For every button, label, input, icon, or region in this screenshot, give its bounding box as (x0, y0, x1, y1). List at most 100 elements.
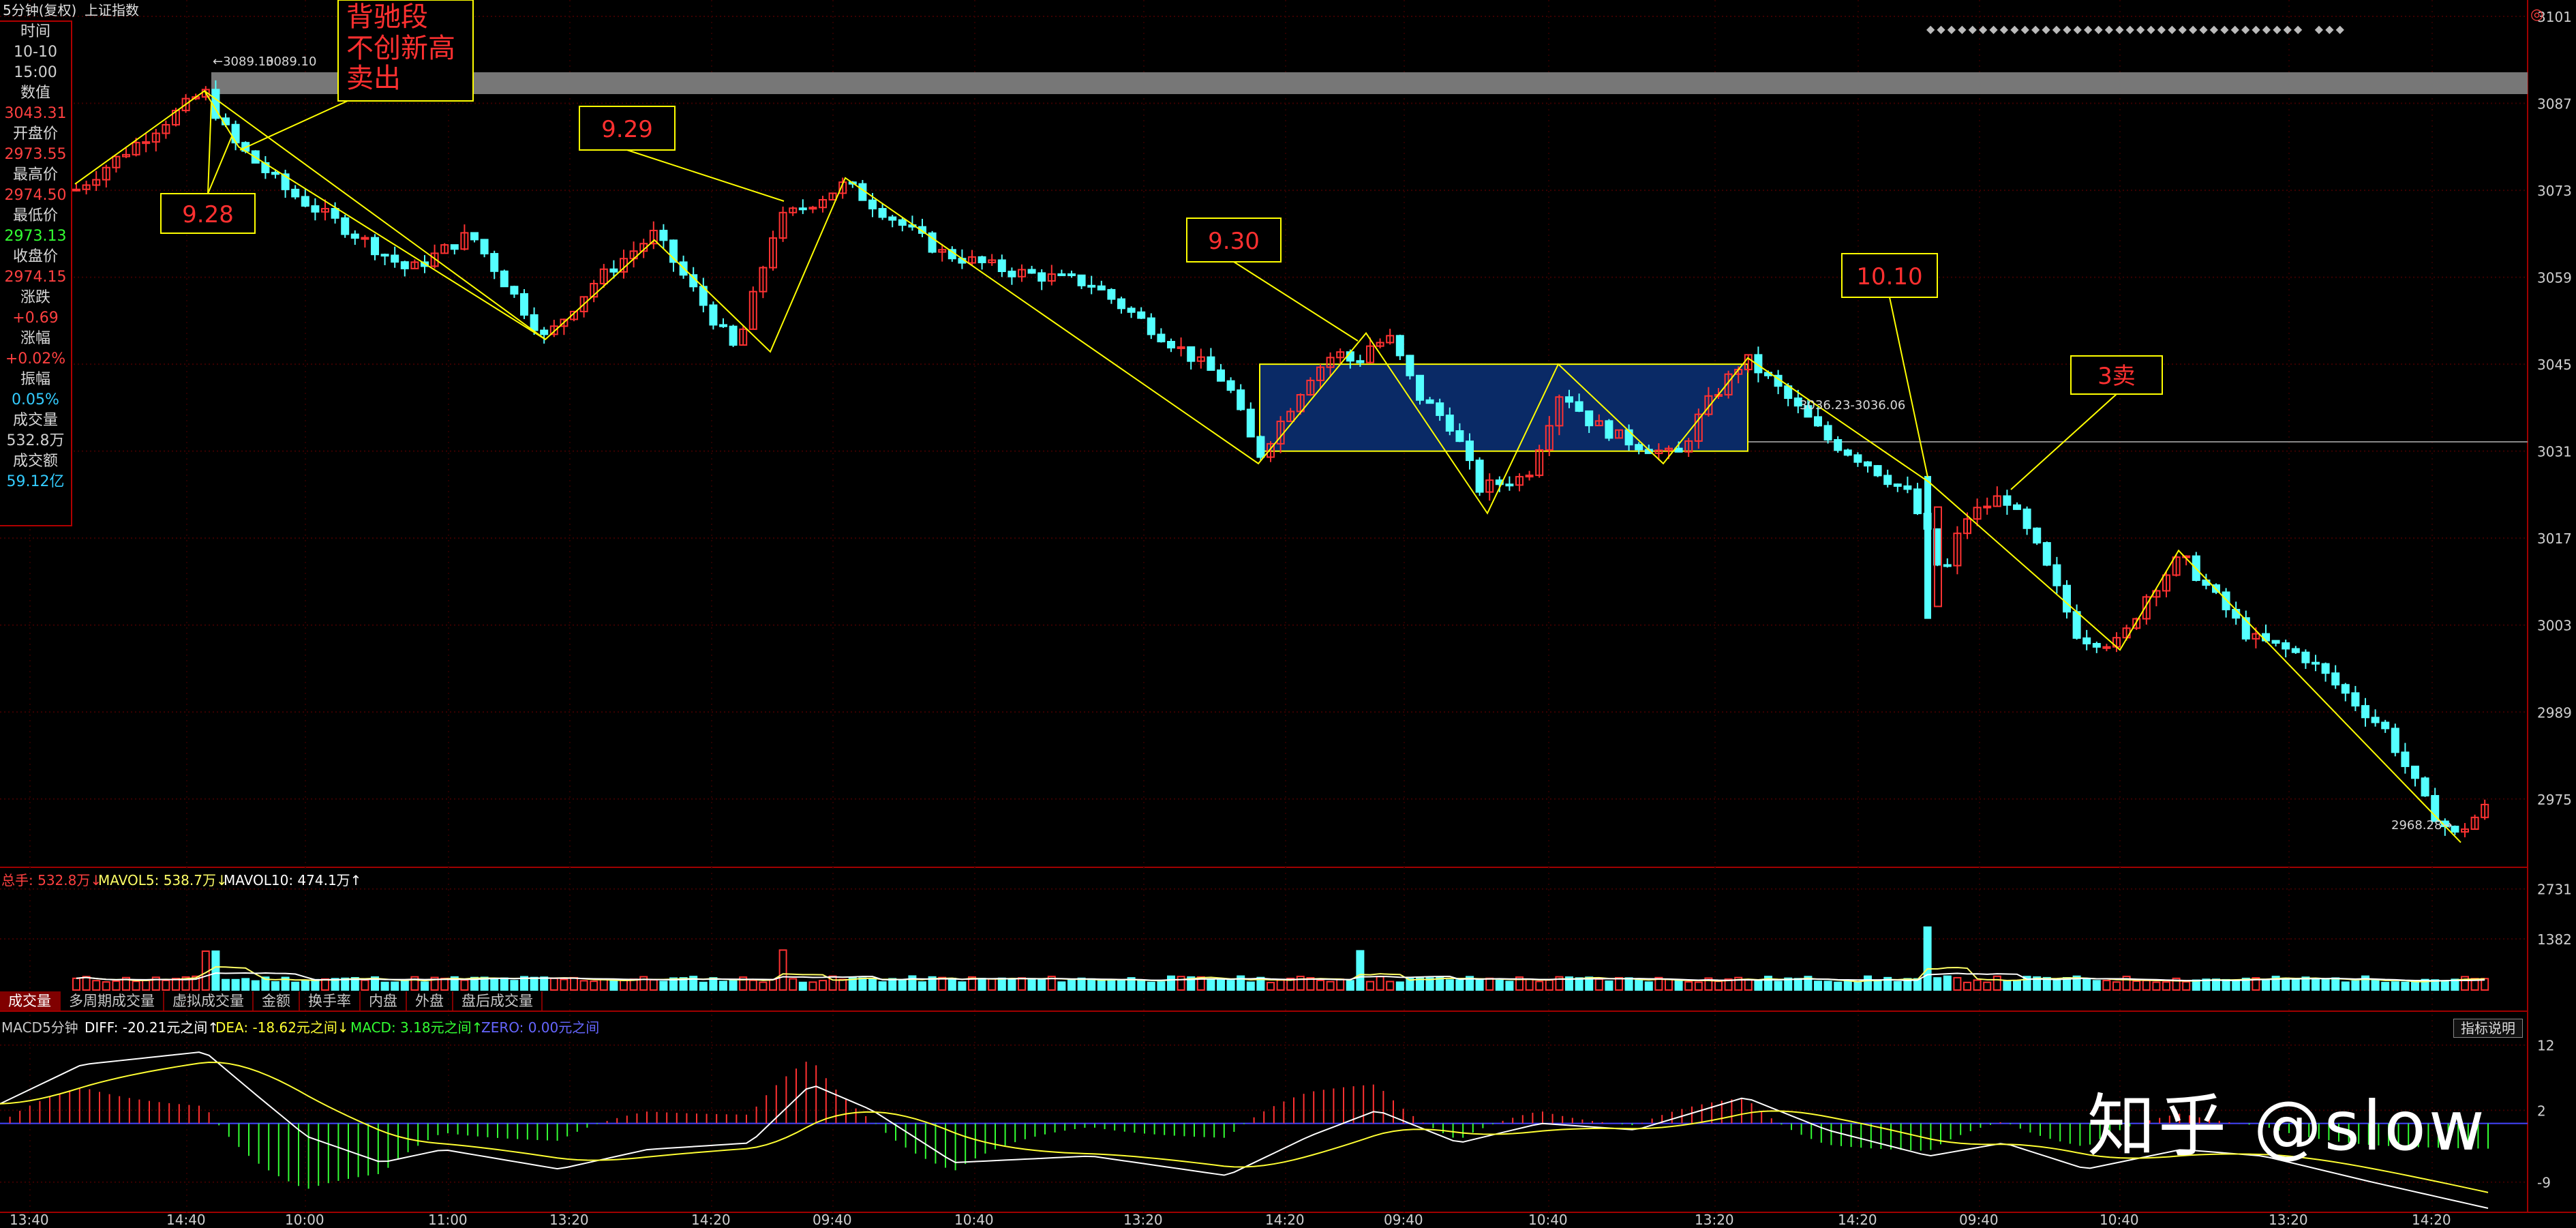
volume-bar (2222, 978, 2230, 991)
volume-bar (1057, 981, 1066, 991)
info-panel: 时间 10-10 15:00 数值 3043.31 开盘价 2973.55 最高价 2974.5… (0, 20, 72, 526)
macd-tick-label: -9 (2537, 1175, 2551, 1191)
candle-body (1157, 333, 1166, 343)
volume-bar (1386, 980, 1395, 991)
candle-body (2102, 646, 2111, 649)
dot-marker: ◆ (2084, 23, 2093, 35)
dot-marker: ◆ (2052, 23, 2061, 35)
indicator-help-button[interactable]: 指标说明 (2453, 1019, 2523, 1038)
volume-bar (2282, 977, 2290, 991)
volume-bar (271, 980, 279, 991)
info-value: 2973.55 (4, 146, 67, 163)
volume-bar (988, 978, 997, 991)
period-label[interactable]: 5分钟(复权) (3, 2, 76, 18)
volume-bar (1744, 979, 1753, 991)
candle-body (1913, 488, 1922, 515)
volume-bar (530, 976, 539, 991)
tab-multi-period-volume[interactable]: 多周期成交量 (61, 991, 164, 1010)
candle-body (1575, 401, 1584, 412)
tab-virtual-volume[interactable]: 虚拟成交量 (164, 991, 254, 1010)
tab-outer[interactable]: 外盘 (407, 991, 453, 1010)
info-value: 15:00 (14, 64, 57, 81)
volume-bar (361, 979, 369, 991)
volume-bar (858, 977, 867, 991)
volume-bar (948, 977, 956, 991)
volume-bar (868, 978, 877, 991)
volume-bar (769, 978, 777, 991)
candle-body (341, 217, 350, 235)
candle-body (609, 268, 618, 273)
info-value: +0.69 (12, 310, 59, 327)
info-value: 2974.50 (4, 187, 67, 204)
volume-bar (1137, 980, 1146, 991)
volume-bar (1316, 979, 1324, 991)
candle-body (2371, 717, 2380, 723)
tab-inner[interactable]: 内盘 (361, 991, 407, 1010)
volume-bar (1953, 976, 1962, 991)
candle-body (271, 171, 279, 175)
volume-bar (311, 978, 320, 991)
macd-legend-diff: DIFF: -20.21元之间↑ (85, 1019, 219, 1036)
tab-volume[interactable]: 成交量 (0, 991, 61, 1010)
volume-bar (2440, 980, 2449, 991)
volume-bar (978, 978, 986, 991)
candle-body (2072, 611, 2081, 639)
volume-bar (1067, 979, 1076, 991)
candle-body (2391, 728, 2399, 753)
candle-body (997, 259, 1006, 272)
candle-body (2222, 591, 2230, 611)
volume-bar (500, 977, 509, 991)
volume-bar (540, 976, 549, 991)
candle-body (1565, 396, 1573, 403)
dot-marker: ◆ (2262, 23, 2271, 35)
volume-bar (1007, 978, 1016, 991)
annotation-label: 9.30 (1208, 228, 1260, 255)
candle-body (1814, 416, 1822, 427)
candle-body (311, 205, 320, 213)
price-tick-label: 2975 (2537, 792, 2572, 808)
volume-bar (560, 978, 569, 991)
info-value: 532.8万 (6, 432, 65, 449)
time-tick-label: 13:20 (549, 1212, 589, 1228)
volume-bar (1893, 980, 1902, 991)
candle-body (1226, 380, 1235, 391)
symbol-label[interactable]: 上证指数 (85, 2, 139, 18)
volume-bar (1714, 980, 1723, 991)
volume-bar (391, 981, 399, 991)
tab-after-hours[interactable]: 盘后成交量 (453, 991, 543, 1010)
candle-body (1883, 475, 1892, 485)
candle-body (1983, 505, 1992, 509)
volume-bar (92, 980, 101, 991)
candle-body (1873, 465, 1882, 477)
volume-bar (1923, 926, 1932, 991)
volume-bar (1864, 975, 1872, 991)
volume-bar (1943, 975, 1952, 991)
candle-body (878, 208, 887, 218)
price-tick-label: 3087 (2537, 96, 2572, 113)
dot-marker: ◆ (2157, 23, 2166, 35)
gear-icon[interactable]: ◎ (2530, 6, 2543, 23)
candle-body (2381, 721, 2390, 730)
time-tick-label: 14:40 (166, 1212, 206, 1228)
candle-body (1067, 273, 1076, 276)
candle-body (450, 244, 459, 250)
volume-bar (1684, 981, 1693, 991)
info-label: 最低价 (12, 207, 58, 224)
candle-body (978, 256, 986, 264)
volume-bar (719, 980, 727, 991)
candle-body (659, 230, 668, 241)
volume-bar (1336, 978, 1345, 991)
info-value: 2973.13 (4, 228, 67, 245)
annotation-pointer (207, 136, 232, 194)
volume-bar (1246, 981, 1255, 991)
tab-amount[interactable]: 金额 (254, 991, 300, 1010)
price-label: 3089.10 (266, 55, 316, 69)
tab-turnover[interactable]: 换手率 (300, 991, 361, 1010)
dot-marker: ◆ (2031, 23, 2040, 35)
candle-body (400, 261, 409, 269)
volume-bar (291, 981, 300, 991)
candle-body (2013, 504, 2021, 510)
candle-body (2092, 642, 2101, 648)
candle-body (1187, 346, 1196, 362)
candle-body (888, 216, 897, 221)
